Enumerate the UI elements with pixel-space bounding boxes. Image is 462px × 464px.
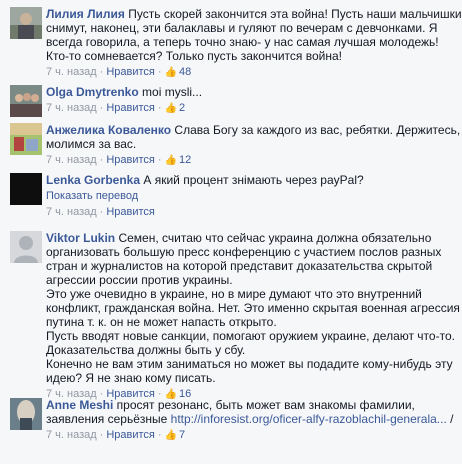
comment-meta: 7 ч. назад · Нравится bbox=[46, 206, 155, 218]
comment-meta: 7 ч. назад · Нравится · 👍 2 bbox=[46, 102, 186, 114]
comment-meta: 7 ч. назад · Нравится · 👍 7 bbox=[46, 429, 186, 441]
comment-body: Анжелика Коваленко Слава Богу за каждого… bbox=[46, 123, 462, 151]
link-suffix: / bbox=[446, 412, 454, 426]
avatar-image bbox=[10, 173, 42, 205]
avatar[interactable] bbox=[10, 123, 42, 155]
comment: Лилия Лилия Пусть скорей закончится эта … bbox=[0, 0, 462, 78]
comment-author[interactable]: Анжелика Коваленко bbox=[46, 123, 171, 137]
avatar-image bbox=[10, 7, 42, 39]
comment-time[interactable]: 7 ч. назад bbox=[46, 102, 97, 114]
comment-body: Лилия Лилия Пусть скорей закончится эта … bbox=[46, 7, 462, 63]
thumbs-up-icon: 👍 bbox=[164, 103, 178, 114]
comment-text: moi mysli... bbox=[138, 85, 203, 99]
like-count[interactable]: 👍 12 bbox=[165, 154, 192, 166]
comment-meta: 7 ч. назад · Нравится · 👍 12 bbox=[46, 154, 192, 166]
comment-time[interactable]: 7 ч. назад bbox=[46, 154, 97, 166]
comment-author[interactable]: Viktor Lukin bbox=[46, 231, 115, 245]
comment-list: Лилия Лилия Пусть скорей закончится эта … bbox=[0, 0, 462, 442]
like-count[interactable]: 👍 2 bbox=[165, 102, 186, 114]
like-count[interactable]: 👍 7 bbox=[165, 429, 186, 441]
comment-body: Anne Meshi просят резонанс, быть может в… bbox=[46, 398, 462, 426]
comment-author[interactable]: Lenka Gorbenka bbox=[46, 173, 140, 187]
external-link[interactable]: http://inforesist.org/oficer-alfy-razobl… bbox=[171, 412, 447, 426]
avatar-image bbox=[10, 85, 42, 117]
avatar[interactable] bbox=[10, 85, 42, 117]
comment: Lenka Gorbenka А який процент знімають ч… bbox=[0, 169, 462, 223]
comment-paragraph: Это уже очевидно в украине, но в мире ду… bbox=[46, 287, 460, 329]
avatar[interactable] bbox=[10, 173, 42, 205]
comment: Olga Dmytrenko moi mysli... 7 ч. назад · Н… bbox=[0, 77, 462, 119]
comment-body: Olga Dmytrenko moi mysli... bbox=[46, 85, 462, 99]
comment-paragraph: Конечно не вам этим заниматься но может … bbox=[46, 357, 453, 385]
comment-time[interactable]: 7 ч. назад bbox=[46, 206, 97, 218]
comment: Анжелика Коваленко Слава Богу за каждого… bbox=[0, 119, 462, 169]
thumbs-up-icon: 👍 bbox=[164, 430, 178, 441]
avatar[interactable] bbox=[10, 398, 42, 430]
like-button[interactable]: Нравится bbox=[106, 429, 155, 441]
avatar-image bbox=[10, 398, 42, 430]
like-button[interactable]: Нравится bbox=[106, 154, 155, 166]
comment-author[interactable]: Olga Dmytrenko bbox=[46, 85, 139, 99]
avatar[interactable] bbox=[10, 231, 42, 263]
avatar[interactable] bbox=[10, 7, 42, 39]
comment-author[interactable]: Anne Meshi bbox=[46, 398, 113, 412]
thumbs-up-icon: 👍 bbox=[164, 155, 178, 166]
comment-paragraph: Пусть вводят новые санкции, помогают ору… bbox=[46, 329, 455, 357]
avatar-image bbox=[10, 231, 42, 263]
comment: Anne Meshi просят резонанс, быть может в… bbox=[0, 392, 462, 442]
comment: Viktor Lukin Семен, считаю что сейчас ук… bbox=[0, 223, 462, 400]
comment-author[interactable]: Лилия Лилия bbox=[46, 7, 125, 21]
comment-body: Viktor Lukin Семен, считаю что сейчас ук… bbox=[46, 231, 462, 385]
show-translation-link[interactable]: Показать перевод bbox=[46, 189, 462, 203]
avatar-image bbox=[10, 123, 42, 155]
comment-body: Lenka Gorbenka А який процент знімають ч… bbox=[46, 173, 462, 187]
comment-time[interactable]: 7 ч. назад bbox=[46, 429, 97, 441]
like-button[interactable]: Нравится bbox=[106, 206, 155, 218]
comment-text: А який процент знімають через payPal? bbox=[140, 173, 364, 187]
like-button[interactable]: Нравится bbox=[106, 102, 155, 114]
